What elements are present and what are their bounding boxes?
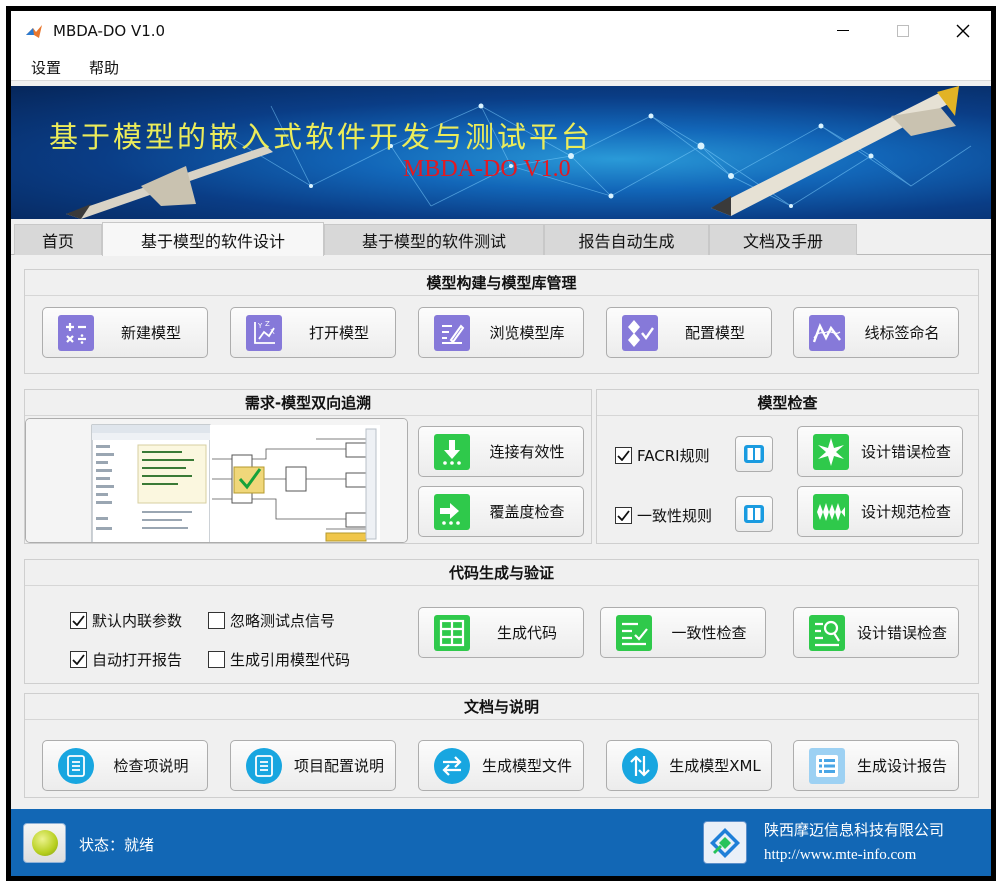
svg-text:X: X — [270, 328, 275, 336]
panel-icon — [744, 505, 764, 523]
codegen-title: 代码生成与验证 — [25, 560, 978, 586]
app-window: MBDA-DO V1.0 设置 帮助 基于模型的嵌入式软件开发与测试平台 MBD… — [6, 6, 996, 881]
config-model-button[interactable]: 配置模型 — [606, 307, 772, 358]
model-diagram-preview — [26, 419, 407, 542]
minimize-icon — [837, 30, 849, 31]
gen-ref-model-code-checkbox[interactable]: 生成引用模型代码 — [208, 649, 350, 670]
codegen-design-error-check-button[interactable]: 设计错误检查 — [793, 607, 959, 658]
checklist-icon — [616, 615, 652, 651]
coverage-check-button[interactable]: 覆盖度检查 — [418, 486, 584, 537]
signal-label-naming-button[interactable]: 线标签命名 — [793, 307, 959, 358]
checkbox-box — [615, 507, 632, 524]
checkbox-box — [615, 447, 632, 464]
up-down-arrows-icon — [622, 748, 658, 784]
trace-title: 需求-模型双向追溯 — [25, 390, 591, 416]
tab-home[interactable]: 首页 — [14, 224, 102, 255]
tab-bar: 首页 基于模型的软件设计 基于模型的软件测试 报告自动生成 文档及手册 — [11, 222, 991, 256]
menu-bar: 设置 帮助 — [11, 51, 991, 81]
inline-params-checkbox[interactable]: 默认内联参数 — [70, 610, 182, 631]
shapes-check-icon — [622, 315, 658, 351]
trace-preview-image[interactable] — [25, 418, 408, 543]
codegen-panel: 代码生成与验证 默认内联参数 忽略测试点信号 自动打开报告 生成引用模型代码 生… — [24, 559, 979, 684]
panel-icon — [744, 445, 764, 463]
link-validity-button[interactable]: 连接有效性 — [418, 426, 584, 477]
consistency-rule-config-button[interactable] — [735, 496, 773, 532]
facri-rule-checkbox[interactable]: FACRI规则 — [615, 445, 710, 466]
document-icon — [246, 748, 282, 784]
design-error-check-button[interactable]: 设计错误检查 — [797, 426, 963, 477]
company-logo — [703, 821, 747, 864]
calculator-icon — [58, 315, 94, 351]
close-button[interactable] — [931, 11, 991, 51]
document-icon — [58, 748, 94, 784]
facri-rule-config-button[interactable] — [735, 436, 773, 472]
aircraft-right — [711, 86, 959, 216]
company-name: 陕西摩迈信息科技有限公司 — [764, 821, 945, 839]
xyz-axes-icon: YZX — [246, 315, 282, 351]
gen-model-xml-button[interactable]: 生成模型XML — [606, 740, 772, 791]
auto-open-report-checkbox[interactable]: 自动打开报告 — [70, 649, 182, 670]
tab-report-gen[interactable]: 报告自动生成 — [544, 224, 709, 255]
generate-code-button[interactable]: 生成代码 — [418, 607, 584, 658]
star-burst-icon — [813, 434, 849, 470]
open-model-button[interactable]: YZX 打开模型 — [230, 307, 396, 358]
aircraft-left — [66, 146, 273, 219]
gen-model-file-button[interactable]: 生成模型文件 — [418, 740, 584, 791]
svg-text:Z: Z — [265, 320, 270, 328]
matlab-icon — [26, 25, 42, 38]
minimize-button[interactable] — [811, 11, 875, 51]
svg-text:Y: Y — [257, 322, 263, 330]
maximize-icon — [897, 25, 909, 37]
search-list-icon — [809, 615, 845, 651]
trace-panel: 需求-模型双向追溯 连接有效性 覆盖度检查 — [24, 389, 592, 544]
banner: 基于模型的嵌入式软件开发与测试平台 MBDA-DO V1.0 — [11, 86, 991, 219]
banner-title: 基于模型的嵌入式软件开发与测试平台 — [49, 120, 594, 154]
tab-model-design[interactable]: 基于模型的软件设计 — [102, 222, 324, 256]
new-model-button[interactable]: 新建模型 — [42, 307, 208, 358]
status-indicator — [23, 823, 66, 863]
status-led-icon — [31, 830, 58, 856]
tab-model-test[interactable]: 基于模型的软件测试 — [324, 224, 544, 255]
consistency-check-button[interactable]: 一致性检查 — [600, 607, 766, 658]
close-icon — [956, 24, 970, 38]
status-label: 状态：就绪 — [79, 836, 155, 854]
docs-title: 文档与说明 — [25, 694, 978, 720]
design-standard-check-button[interactable]: 设计规范检查 — [797, 486, 963, 537]
swap-arrows-icon — [434, 748, 470, 784]
consistency-rule-checkbox[interactable]: 一致性规则 — [615, 505, 712, 526]
ignore-testpoint-checkbox[interactable]: 忽略测试点信号 — [208, 610, 335, 631]
company-logo-icon — [710, 827, 740, 858]
checkbox-box — [70, 651, 87, 668]
project-config-desc-button[interactable]: 项目配置说明 — [230, 740, 396, 791]
report-list-icon — [809, 748, 845, 784]
tab-docs-manual[interactable]: 文档及手册 — [709, 224, 857, 255]
grid-icon — [434, 615, 470, 651]
zigzag-icon — [813, 494, 849, 530]
docs-panel: 文档与说明 检查项说明 项目配置说明 生成模型文件 生成模型XML 生成设计报告 — [24, 693, 979, 798]
browse-model-lib-button[interactable]: 浏览模型库 — [418, 307, 584, 358]
right-arrow-icon — [434, 494, 470, 530]
company-url[interactable]: http://www.mte-info.com — [764, 847, 916, 864]
model-check-panel: 模型检查 FACRI规则 一致性规则 设计错误检查 设计规范检查 — [596, 389, 979, 544]
download-arrow-icon — [434, 434, 470, 470]
model-lib-panel: 模型构建与模型库管理 新建模型 YZX 打开模型 浏览模型库 配置模型 线标签命… — [24, 269, 979, 374]
edit-list-icon — [434, 315, 470, 351]
menu-settings[interactable]: 设置 — [31, 57, 61, 78]
banner-subtitle: MBDA-DO V1.0 — [403, 156, 571, 182]
model-lib-title: 模型构建与模型库管理 — [25, 270, 978, 296]
checkbox-box — [208, 651, 225, 668]
model-check-title: 模型检查 — [597, 390, 978, 416]
maximize-button[interactable] — [871, 11, 935, 51]
title-bar: MBDA-DO V1.0 — [11, 11, 991, 51]
check-item-desc-button[interactable]: 检查项说明 — [42, 740, 208, 791]
checkbox-box — [70, 612, 87, 629]
menu-help[interactable]: 帮助 — [89, 57, 119, 78]
waveform-icon — [809, 315, 845, 351]
gen-design-report-button[interactable]: 生成设计报告 — [793, 740, 959, 791]
status-bar: 状态：就绪 陕西摩迈信息科技有限公司 http://www.mte-info.c… — [11, 809, 991, 876]
checkbox-box — [208, 612, 225, 629]
window-title: MBDA-DO V1.0 — [53, 22, 166, 40]
